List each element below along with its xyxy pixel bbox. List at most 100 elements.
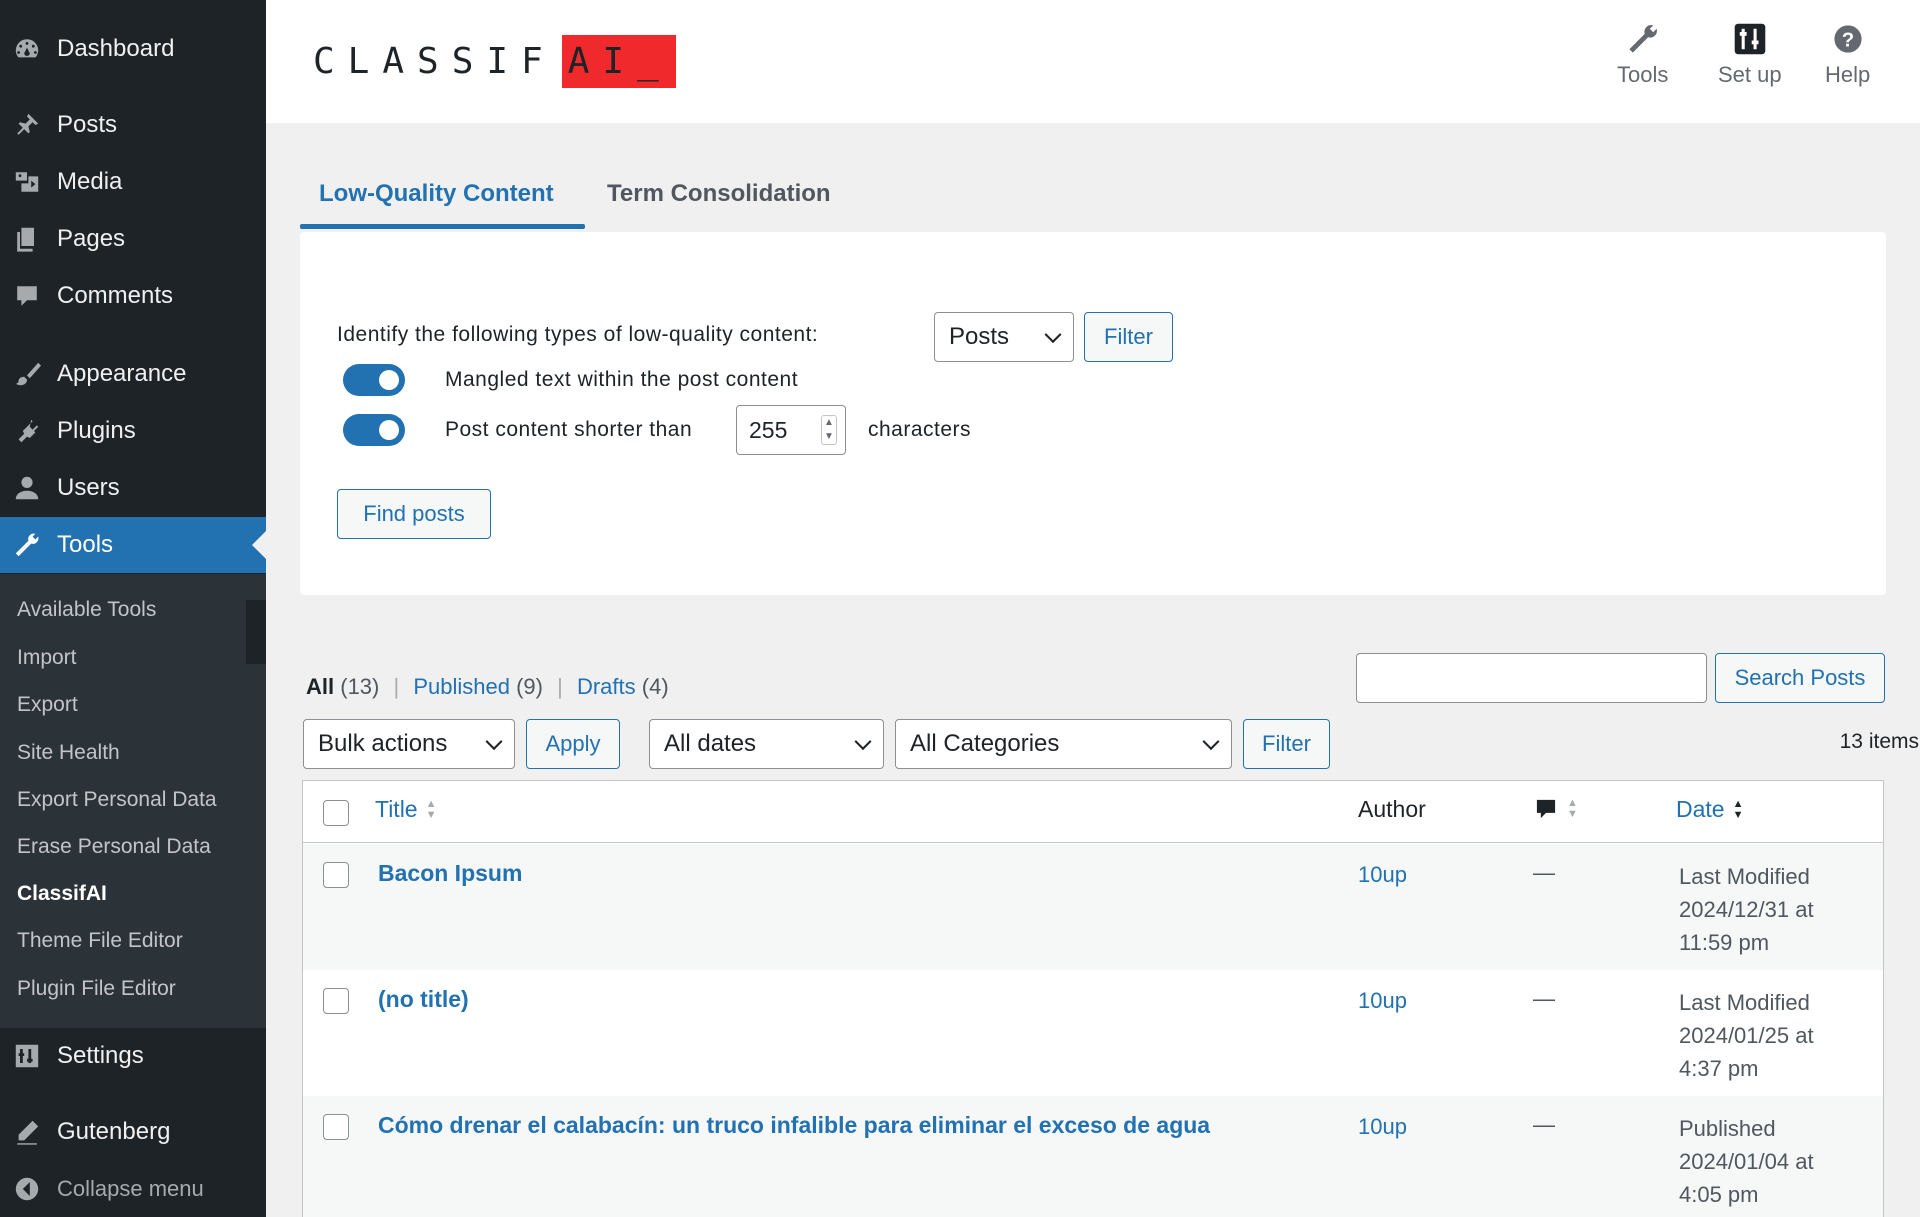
menu-item-settings[interactable]: Settings	[0, 1028, 266, 1084]
pin-icon	[12, 110, 42, 140]
menu-label: Gutenberg	[57, 1118, 171, 1145]
post-author-link[interactable]: 10up	[1358, 862, 1407, 888]
chevron-down-icon	[1044, 326, 1062, 344]
categories-select[interactable]: All Categories	[895, 719, 1232, 769]
submenu-item-import[interactable]: Import	[17, 646, 77, 670]
submenu-item-export[interactable]: Export	[17, 693, 78, 717]
submenu-item-erase-personal-data[interactable]: Erase Personal Data	[17, 835, 211, 859]
menu-item-pages[interactable]: Pages	[0, 211, 266, 267]
menu-item-users[interactable]: Users	[0, 460, 266, 516]
view-all[interactable]: All	[306, 674, 334, 699]
date-day: 2024/01/25 at	[1679, 1023, 1814, 1048]
search-posts-button[interactable]: Search Posts	[1715, 653, 1885, 703]
menu-item-gutenberg[interactable]: Gutenberg	[0, 1104, 266, 1160]
post-search-input[interactable]	[1356, 653, 1707, 703]
menu-item-posts[interactable]: Posts	[0, 97, 266, 153]
view-published-count: (9)	[516, 674, 543, 699]
items-count: 13 items	[1839, 730, 1919, 753]
date-day: 2024/01/04 at	[1679, 1149, 1814, 1174]
collapse-menu-button[interactable]: Collapse menu	[0, 1161, 266, 1217]
identify-label: Identify the following types of low-qual…	[337, 323, 819, 346]
character-count-input[interactable]: 255 ▲ ▼	[736, 405, 846, 455]
submenu-item-site-health[interactable]: Site Health	[17, 741, 120, 765]
toggle-knob	[379, 420, 399, 440]
menu-item-dashboard[interactable]: Dashboard	[0, 21, 266, 77]
post-title-link[interactable]: Bacon Ipsum	[378, 860, 522, 887]
dates-value: All dates	[664, 730, 757, 757]
logo-accent: AI_	[561, 34, 676, 88]
row-checkbox[interactable]	[323, 1114, 349, 1140]
chevron-down-icon	[485, 733, 503, 751]
spin-up-icon[interactable]: ▲	[824, 418, 834, 428]
post-date: Last Modified 2024/12/31 at 11:59 pm	[1679, 860, 1814, 959]
find-posts-button[interactable]: Find posts	[337, 489, 491, 539]
submenu-item-available-tools[interactable]: Available Tools	[17, 598, 156, 622]
header-tools-button[interactable]: Tools	[1617, 22, 1668, 88]
post-type-filter-button[interactable]: Filter	[1084, 312, 1173, 362]
collapse-arrow-icon	[12, 1174, 42, 1204]
apply-button[interactable]: Apply	[526, 719, 620, 769]
mangled-text-toggle[interactable]	[343, 364, 405, 396]
date-status: Last Modified	[1679, 990, 1810, 1015]
date-status: Last Modified	[1679, 864, 1810, 889]
spin-down-icon[interactable]: ▼	[824, 432, 834, 442]
character-count-value: 255	[749, 416, 788, 443]
classifai-header: CLASSIF AI_ Tools Set up ? Help	[266, 0, 1920, 123]
tab-low-quality-content[interactable]: Low-Quality Content	[319, 180, 554, 208]
menu-label: Comments	[57, 282, 174, 309]
table-row: (no title) 10up — Last Modified 2024/01/…	[303, 970, 1883, 1096]
view-published[interactable]: Published	[413, 674, 510, 699]
admin-sidebar: Dashboard Posts Media Pages Comments App…	[0, 0, 266, 1217]
column-date-label: Date	[1676, 796, 1725, 822]
column-comments-sort[interactable]: ▲ ▼	[1533, 796, 1578, 822]
table-header: Title ▲ ▼ Author ▲ ▼ Date ▲ ▼	[303, 781, 1883, 843]
menu-label: Settings	[57, 1042, 144, 1069]
posts-table: Title ▲ ▼ Author ▲ ▼ Date ▲ ▼ Bacon Ipsum 1…	[302, 780, 1884, 1217]
post-author-link[interactable]: 10up	[1358, 1114, 1407, 1140]
post-author-link[interactable]: 10up	[1358, 988, 1407, 1014]
chevron-down-icon	[854, 733, 872, 751]
dates-select[interactable]: All dates	[649, 719, 884, 769]
post-title-link[interactable]: Cómo drenar el calabacín: un truco infal…	[378, 1112, 1210, 1139]
view-drafts[interactable]: Drafts	[577, 674, 636, 699]
tab-term-consolidation[interactable]: Term Consolidation	[607, 180, 831, 208]
date-status: Published	[1679, 1116, 1776, 1141]
brush-icon	[12, 359, 42, 389]
header-help-button[interactable]: ? Help	[1825, 22, 1870, 88]
submenu-item-classifai[interactable]: ClassifAI	[17, 882, 107, 906]
menu-label: Users	[57, 474, 120, 501]
select-all-checkbox[interactable]	[323, 800, 349, 826]
menu-item-tools[interactable]: Tools	[0, 517, 266, 573]
menu-item-plugins[interactable]: Plugins	[0, 403, 266, 459]
menu-item-media[interactable]: Media	[0, 154, 266, 210]
post-type-select[interactable]: Posts	[934, 312, 1074, 362]
table-row: Cómo drenar el calabacín: un truco infal…	[303, 1096, 1883, 1217]
header-setup-button[interactable]: Set up	[1718, 22, 1782, 88]
menu-label: Plugins	[57, 417, 136, 444]
table-row: Bacon Ipsum 10up — Last Modified 2024/12…	[303, 844, 1883, 970]
sort-desc-icon: ▲ ▼	[1732, 797, 1744, 821]
submenu-item-export-personal-data[interactable]: Export Personal Data	[17, 788, 217, 812]
date-day: 2024/12/31 at	[1679, 897, 1814, 922]
post-status-views: All (13) | Published (9) | Drafts (4)	[306, 674, 669, 700]
list-filter-button[interactable]: Filter	[1243, 719, 1330, 769]
submenu-item-plugin-file-editor[interactable]: Plugin File Editor	[17, 977, 176, 1001]
comment-icon	[12, 281, 42, 311]
submenu-divider	[246, 600, 266, 664]
submenu-item-theme-file-editor[interactable]: Theme File Editor	[17, 929, 183, 953]
column-date-sort[interactable]: Date ▲ ▼	[1676, 796, 1743, 823]
row-checkbox[interactable]	[323, 988, 349, 1014]
help-icon: ?	[1834, 25, 1862, 53]
menu-item-appearance[interactable]: Appearance	[0, 346, 266, 402]
menu-item-comments[interactable]: Comments	[0, 268, 266, 324]
post-title-link[interactable]: (no title)	[378, 986, 469, 1013]
number-spinner[interactable]: ▲ ▼	[821, 415, 837, 445]
menu-label: Dashboard	[57, 35, 175, 62]
row-checkbox[interactable]	[323, 862, 349, 888]
date-time: 4:05 pm	[1679, 1182, 1759, 1207]
short-content-toggle[interactable]	[343, 414, 405, 446]
menu-label: Posts	[57, 111, 118, 138]
bulk-actions-select[interactable]: Bulk actions	[303, 719, 515, 769]
column-title-sort[interactable]: Title ▲ ▼	[375, 796, 437, 823]
comment-count: —	[1533, 860, 1555, 885]
